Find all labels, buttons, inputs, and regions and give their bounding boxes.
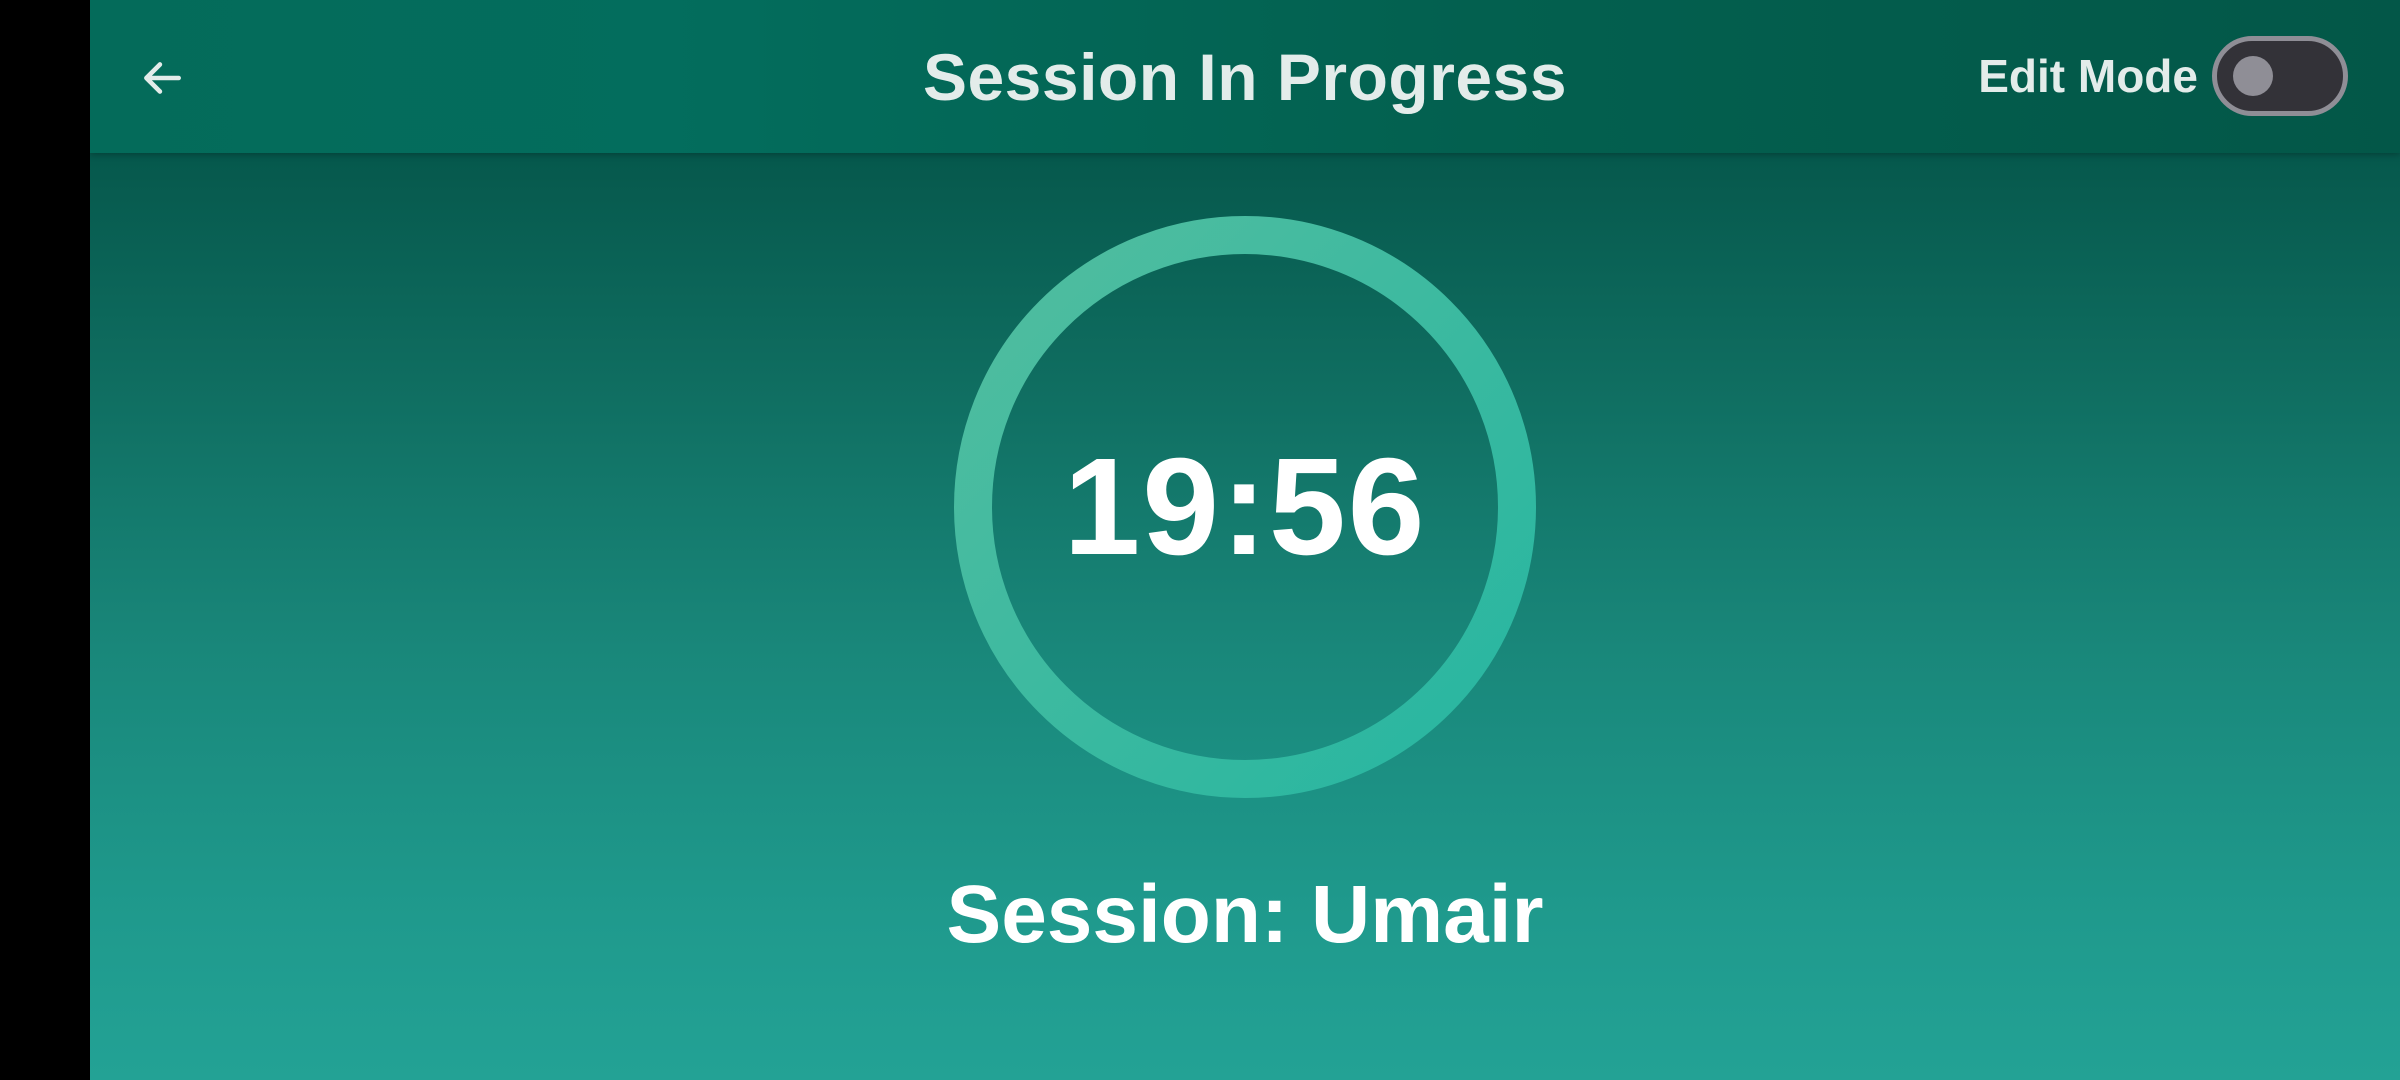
arrow-left-icon (144, 62, 181, 94)
timer-display: 19:56 (1063, 429, 1427, 584)
app-window: Session In Progress Edit Mode 19:56 Sess… (90, 0, 2400, 1080)
back-button[interactable] (126, 42, 198, 114)
edit-mode-toggle[interactable] (2212, 36, 2348, 116)
edit-mode-control: Edit Mode (1978, 32, 2348, 120)
edit-mode-label: Edit Mode (1978, 50, 2198, 102)
app-bar: Session In Progress Edit Mode (90, 0, 2400, 153)
display-cutout (0, 0, 90, 1080)
screen: Session In Progress Edit Mode 19:56 Sess… (0, 0, 2400, 1080)
session-name-label: Session: Umair (946, 869, 1544, 960)
toggle-knob (2233, 56, 2273, 96)
